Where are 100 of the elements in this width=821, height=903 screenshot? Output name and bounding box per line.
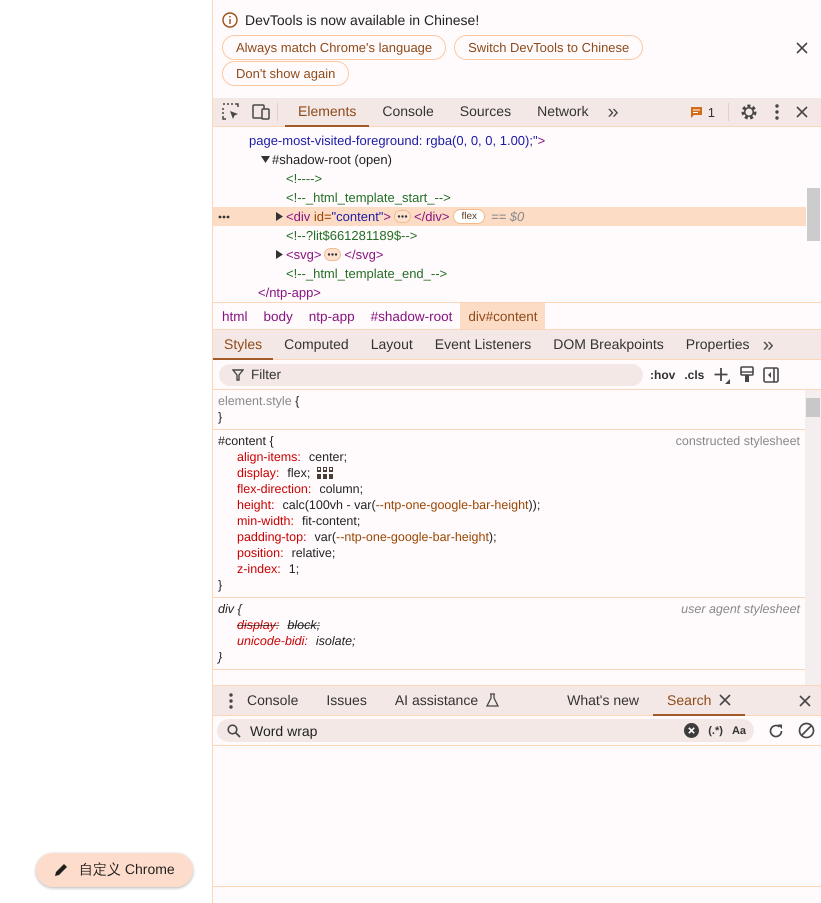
close-icon[interactable] bbox=[796, 106, 808, 118]
property-name[interactable]: display: bbox=[237, 465, 280, 481]
property-name[interactable]: z-index: bbox=[237, 561, 281, 577]
drawer-tab[interactable]: Issues bbox=[312, 686, 381, 716]
expanded-triangle-icon[interactable] bbox=[260, 155, 270, 164]
clear-results-icon[interactable] bbox=[798, 722, 815, 739]
property-name[interactable]: padding-top: bbox=[237, 529, 307, 545]
stylesheet-source: user agent stylesheet bbox=[681, 601, 800, 617]
paint-brush-icon[interactable] bbox=[740, 366, 754, 383]
panel-tab[interactable]: Sources bbox=[446, 98, 524, 126]
closing-brace: } bbox=[218, 649, 224, 665]
comment-text: <!--_html_template_start_--> bbox=[286, 190, 451, 205]
breadcrumb[interactable]: html bbox=[214, 303, 256, 329]
stylesheet-source: constructed stylesheet bbox=[676, 433, 800, 449]
console-reference-hint: == $0 bbox=[491, 209, 524, 224]
infobar-button[interactable]: Switch DevTools to Chinese bbox=[454, 35, 644, 60]
close-icon[interactable] bbox=[799, 694, 811, 706]
drawer-tab[interactable]: AI assistance bbox=[380, 686, 514, 716]
hover-state-toggle[interactable]: :hov bbox=[650, 368, 676, 382]
close-tab-icon[interactable] bbox=[719, 694, 732, 706]
match-case-toggle[interactable]: Aa bbox=[732, 724, 746, 736]
filter-field[interactable]: Filter bbox=[219, 364, 643, 386]
scrollbar[interactable] bbox=[805, 390, 821, 685]
property-name[interactable]: flex-direction: bbox=[237, 481, 312, 497]
sidebar-toggle-icon[interactable] bbox=[763, 366, 780, 382]
regex-toggle[interactable]: (.*) bbox=[708, 724, 723, 736]
more-options-icon[interactable] bbox=[229, 692, 233, 708]
device-icon[interactable] bbox=[252, 104, 270, 120]
sidebar-tab[interactable]: Computed bbox=[273, 330, 360, 360]
close-icon[interactable] bbox=[796, 42, 808, 54]
property-value[interactable]: calc(100vh - var(--ntp-one-google-bar-height)); bbox=[282, 497, 540, 513]
settings-icon[interactable] bbox=[740, 103, 758, 121]
rule-selector[interactable]: element.style { bbox=[218, 393, 300, 409]
ellipsis-icon[interactable] bbox=[218, 215, 230, 219]
property-name[interactable]: min-width: bbox=[237, 513, 294, 529]
sidebar-tab[interactable]: Layout bbox=[360, 330, 424, 360]
flexbox-editor-icon[interactable] bbox=[316, 466, 334, 480]
issues-button[interactable]: 1 bbox=[684, 101, 721, 123]
property-value[interactable]: center; bbox=[308, 449, 348, 465]
ellipsis-icon[interactable] bbox=[324, 248, 342, 261]
message-icon bbox=[690, 106, 703, 118]
collapsed-triangle-icon[interactable] bbox=[274, 250, 284, 259]
opening-tag[interactable]: <div id="content"> bbox=[286, 209, 392, 224]
pencil-icon bbox=[54, 863, 68, 877]
panel-tab[interactable]: Elements bbox=[285, 98, 370, 126]
more-tabs-button[interactable]: » bbox=[762, 334, 774, 354]
customize-chrome-button[interactable]: 自定义 Chrome bbox=[36, 853, 193, 887]
collapsed-triangle-icon[interactable] bbox=[274, 212, 284, 221]
property-value[interactable]: flex; bbox=[287, 465, 310, 481]
property-value[interactable]: fit-content; bbox=[302, 513, 360, 529]
selected-row-highlight[interactable]: <div id="content"> </div> flex == $0 bbox=[213, 207, 806, 226]
breadcrumb[interactable]: ntp-app bbox=[300, 303, 363, 329]
drawer-tab[interactable]: What's new bbox=[553, 686, 654, 716]
flex-badge[interactable]: flex bbox=[453, 209, 485, 224]
opening-tag[interactable]: <svg> bbox=[286, 247, 322, 262]
property-value[interactable]: column; bbox=[319, 481, 364, 497]
rule-selector[interactable]: div { bbox=[218, 601, 242, 617]
refresh-icon[interactable] bbox=[768, 722, 784, 738]
comment-text: <!--_html_template_end_--> bbox=[286, 266, 448, 281]
sidebar-tab[interactable]: Event Listeners bbox=[424, 330, 542, 360]
attribute-text: page-most-visited-foreground: rgba(0, 0, 0, 1.00);"> bbox=[249, 133, 546, 148]
closing-brace: } bbox=[218, 577, 224, 593]
property-name[interactable]: position: bbox=[237, 545, 284, 561]
class-toggle[interactable]: .cls bbox=[684, 368, 704, 382]
comment-text: <!--?lit$661281189$--> bbox=[286, 228, 418, 243]
property-name[interactable]: unicode-bidi: bbox=[237, 633, 308, 649]
property-value[interactable]: var(--ntp-one-google-bar-height); bbox=[314, 529, 497, 545]
panel-tab[interactable]: Console bbox=[369, 98, 447, 126]
shadow-root-node[interactable]: #shadow-root (open) bbox=[272, 152, 392, 167]
rule-selector[interactable]: #content { bbox=[218, 433, 274, 449]
property-name[interactable]: align-items: bbox=[237, 449, 301, 465]
inspect-icon[interactable] bbox=[222, 103, 240, 121]
drawer-tab[interactable]: Search bbox=[653, 686, 746, 716]
clear-icon[interactable] bbox=[684, 723, 700, 738]
property-value[interactable]: relative; bbox=[292, 545, 336, 561]
sidebar-tab[interactable]: Properties bbox=[674, 330, 761, 360]
infobar-message: DevTools is now available in Chinese! bbox=[245, 12, 480, 28]
ellipsis-icon[interactable] bbox=[394, 210, 412, 223]
more-tabs-button[interactable]: » bbox=[607, 102, 619, 122]
infobar-button[interactable]: Don't show again bbox=[222, 61, 350, 86]
more-options-icon[interactable] bbox=[775, 104, 779, 120]
closing-tag[interactable]: </div> bbox=[414, 209, 450, 224]
closing-tag[interactable]: </svg> bbox=[344, 247, 384, 262]
info-icon bbox=[222, 12, 238, 28]
sidebar-tab[interactable]: DOM Breakpoints bbox=[542, 330, 675, 360]
panel-tab[interactable]: Network bbox=[524, 98, 602, 126]
plus-icon[interactable] bbox=[713, 366, 732, 384]
closing-tag: </ntp-app> bbox=[258, 285, 321, 300]
breadcrumb[interactable]: #shadow-root bbox=[362, 303, 460, 329]
search-icon bbox=[227, 724, 241, 738]
breadcrumb[interactable]: body bbox=[256, 303, 301, 329]
property-name[interactable]: height: bbox=[237, 497, 275, 513]
comment-text: <!----> bbox=[286, 171, 322, 186]
breadcrumb[interactable]: div#content bbox=[460, 303, 546, 329]
property-value[interactable]: isolate; bbox=[316, 633, 356, 649]
property-value[interactable]: 1; bbox=[288, 561, 300, 577]
sidebar-tab[interactable]: Styles bbox=[213, 330, 274, 360]
closing-brace: } bbox=[218, 409, 224, 425]
drawer-tab[interactable]: Console bbox=[233, 686, 312, 716]
infobar-button[interactable]: Always match Chrome's language bbox=[222, 35, 446, 60]
